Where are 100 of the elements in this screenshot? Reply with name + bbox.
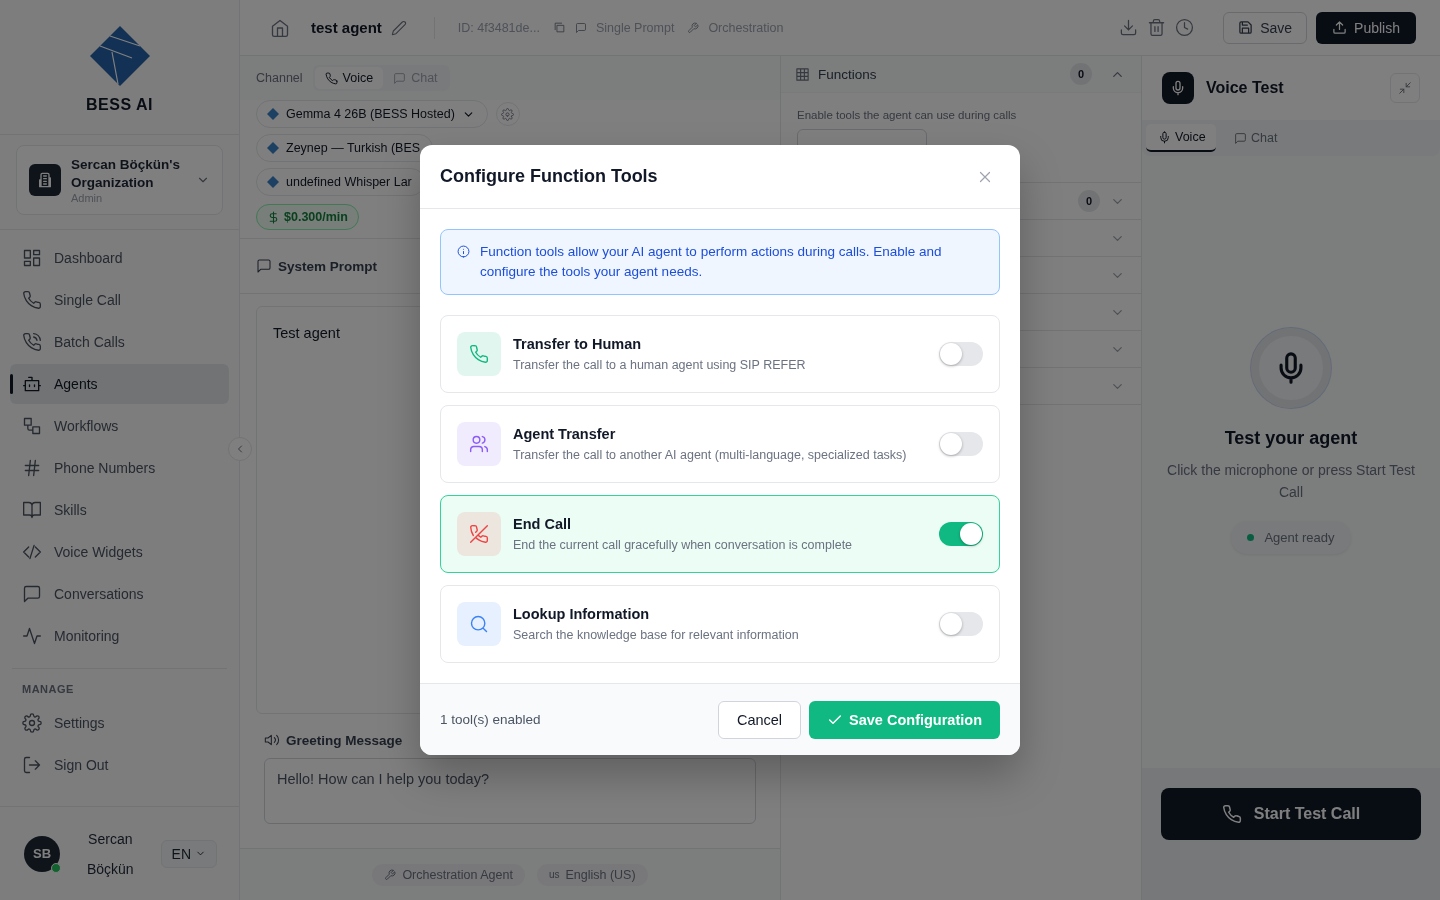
save-icon: [1238, 20, 1254, 35]
user-name: Sercan Böçkün: [85, 829, 135, 879]
model-select[interactable]: Gemma 4 26B (BESS Hosted): [256, 100, 488, 128]
channel-label: Channel: [256, 71, 303, 85]
toggle-switch[interactable]: [939, 342, 983, 367]
hash-icon: [22, 458, 42, 478]
cancel-button[interactable]: Cancel: [717, 700, 802, 739]
toggle-switch[interactable]: [939, 522, 983, 547]
greeting-field[interactable]: Hello! How can I help you today?: [264, 758, 756, 824]
robot-icon: [22, 374, 42, 394]
toggle-switch[interactable]: [939, 612, 983, 637]
building-icon: [37, 172, 53, 188]
history-icon[interactable]: [1175, 18, 1195, 37]
status-pill: Agent ready: [1231, 521, 1351, 554]
tool-name: Transfer to Human: [513, 336, 643, 353]
nav-item[interactable]: Dashboard: [10, 238, 229, 278]
settings-icon: [22, 713, 42, 733]
nav-item[interactable]: Conversations: [10, 574, 229, 614]
speaker-icon: [264, 732, 280, 748]
info-chip: Orchestration Agent: [372, 863, 525, 886]
save-configuration-button[interactable]: Save Configuration: [809, 700, 1000, 739]
brand-name: BESS AI: [86, 96, 153, 114]
section-title: Greeting Message: [286, 732, 403, 748]
nav-item[interactable]: Batch Calls: [10, 322, 229, 362]
publish-button[interactable]: Publish: [1316, 11, 1416, 44]
model-select[interactable]: Zeynep — Turkish (BES: [256, 134, 434, 162]
nav-item[interactable]: Voice Widgets: [10, 532, 229, 572]
chat-bubble-icon: [256, 258, 272, 274]
phone-icon: [22, 290, 42, 310]
chat-bubble-icon: [22, 584, 42, 604]
dollar-icon: [267, 210, 280, 224]
diamond-icon: [267, 176, 279, 188]
diamond-icon: [267, 142, 279, 154]
upload-icon: [1332, 20, 1348, 35]
tool-description: Transfer the call to a human agent using SIP REFER: [513, 358, 807, 373]
nav-item[interactable]: Settings: [10, 703, 229, 743]
tool-name: Lookup Information: [513, 606, 651, 623]
phone-call-icon: [22, 332, 42, 352]
wrench-icon: [384, 868, 397, 881]
microphone-icon: [1158, 130, 1171, 144]
info-chip: us English (US): [536, 863, 648, 886]
chat-bubble-icon: [574, 21, 587, 34]
language-select[interactable]: EN: [160, 839, 217, 868]
chat-bubble-icon: [1234, 131, 1247, 145]
phone-off-icon: [469, 524, 489, 545]
toggle-switch[interactable]: [939, 432, 983, 457]
panel-title: Functions: [818, 66, 877, 82]
organization-name: Sercan Böçkün's Organization: [71, 156, 181, 192]
user-avatar[interactable]: SB: [24, 835, 60, 872]
users-icon: [469, 434, 489, 455]
count-badge: 0: [1070, 63, 1092, 85]
info-text: Function tools allow your AI agent to perform actions during calls. Enable and configure the tools your agent needs.: [480, 243, 943, 282]
info-icon: [457, 245, 470, 259]
sign-out-icon: [22, 755, 42, 775]
nav-item[interactable]: Monitoring: [10, 616, 229, 656]
save-button[interactable]: Save: [1223, 11, 1308, 44]
download-icon[interactable]: [1119, 18, 1139, 37]
collapse-button[interactable]: [228, 437, 252, 461]
tab[interactable]: Voice: [1146, 124, 1216, 152]
phone-icon: [324, 71, 338, 85]
phone-icon: [1221, 804, 1242, 824]
minimize-icon: [1398, 81, 1412, 95]
pulse-icon: [22, 626, 42, 646]
panel-title: Voice Test: [1206, 79, 1284, 97]
start-call-button[interactable]: Start Test Call: [1161, 788, 1421, 840]
nav-item[interactable]: Agents: [10, 364, 229, 404]
settings-icon: [501, 107, 515, 121]
tool-description: End the current call gracefully when conversation is complete: [513, 538, 854, 553]
microphone-icon: [1170, 80, 1186, 96]
home-icon[interactable]: [270, 17, 290, 38]
diamond-icon: [267, 108, 279, 120]
tool-description: Transfer the call to another AI agent (multi-language, specialized tasks): [513, 448, 908, 463]
wrench-icon: [687, 21, 700, 34]
edit-icon[interactable]: [390, 19, 407, 36]
tab[interactable]: Chat: [1222, 124, 1292, 152]
delete-icon[interactable]: [1147, 18, 1167, 37]
dialog-title: Configure Function Tools: [440, 166, 659, 188]
grid-icon: [795, 66, 810, 82]
workflow-icon: [22, 416, 42, 436]
section-title: System Prompt: [278, 258, 378, 274]
enabled-count: 1 tool(s) enabled: [440, 712, 541, 728]
nav-item[interactable]: Single Call: [10, 280, 229, 320]
price-badge: $0.300/min: [256, 204, 359, 230]
nav-item[interactable]: Workflows: [10, 406, 229, 446]
nav-item[interactable]: Phone Numbers: [10, 448, 229, 488]
test-description: Click the microphone or press Start Test Call: [1166, 461, 1416, 502]
code-icon: [22, 542, 42, 562]
tool-name: End Call: [513, 516, 572, 533]
channel-tab[interactable]: Voice: [314, 67, 384, 89]
search-icon: [469, 614, 489, 635]
book-icon: [22, 500, 42, 520]
copy-icon[interactable]: [552, 21, 566, 34]
hint-text: Enable tools the agent can use during calls: [797, 109, 1018, 121]
agent-name: test agent: [311, 19, 382, 36]
nav-item[interactable]: Sign Out: [10, 745, 229, 785]
minimize-button[interactable]: [1390, 73, 1420, 103]
tool-description: Search the knowledge base for relevant information: [513, 628, 800, 643]
nav-item[interactable]: Skills: [10, 490, 229, 530]
dashboard-icon: [22, 248, 42, 268]
chat-bubble-icon: [393, 71, 407, 85]
